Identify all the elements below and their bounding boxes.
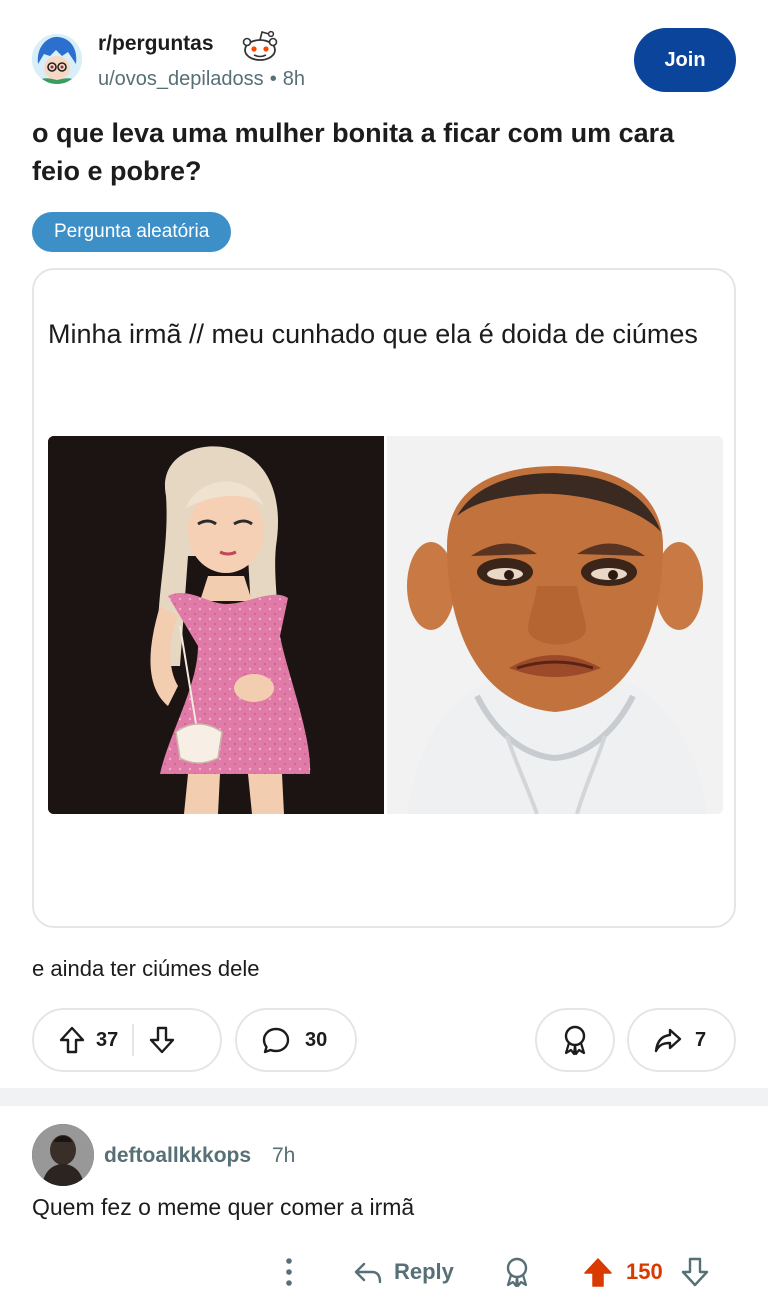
post-body-text: e ainda ter ciúmes dele — [32, 956, 260, 981]
comment-author[interactable]: deftoallkkkops — [104, 1144, 251, 1168]
share-button[interactable]: 7 — [627, 1008, 736, 1072]
vote-divider — [132, 1024, 135, 1056]
upvote-icon[interactable] — [58, 1025, 86, 1055]
meta-separator: • — [269, 68, 277, 90]
post-action-bar: 37 30 7 — [32, 1008, 736, 1072]
post-flair[interactable]: Pergunta aleatória — [32, 212, 232, 252]
downvote-icon[interactable] — [148, 1025, 176, 1055]
meme-image-man — [387, 436, 723, 814]
post-title[interactable]: o que leva uma mulher bonita a ficar com… — [32, 114, 712, 190]
upvote-count: 37 — [96, 1028, 119, 1051]
post-author[interactable]: u/ovos_depiladoss — [98, 68, 264, 90]
comment-author-avatar[interactable] — [32, 1124, 94, 1186]
share-arrow-icon — [653, 1026, 683, 1054]
subreddit-avatar[interactable] — [32, 34, 82, 84]
meme-caption: Minha irmã // meu cunhado que ela é doid… — [48, 319, 698, 349]
award-icon — [560, 1024, 590, 1056]
vertical-dots-icon[interactable] — [276, 1246, 302, 1298]
post-age: 8h — [282, 68, 305, 90]
share-count: 7 — [695, 1028, 707, 1051]
comment-action-bar: Reply 150 — [0, 1246, 768, 1298]
comment-text: Quem fez o meme quer comer a irmã — [32, 1194, 415, 1220]
post-header: r/perguntas u/ovos_depiladoss • 8h Join — [32, 28, 736, 98]
vote-control: 37 — [32, 1008, 222, 1072]
speech-bubble-icon — [261, 1025, 291, 1055]
reply-label: Reply — [394, 1259, 454, 1284]
section-separator — [0, 1088, 768, 1106]
comment-score: 150 — [626, 1259, 663, 1284]
post-image-card[interactable]: Minha irmã // meu cunhado que ela é doid… — [32, 268, 736, 928]
subreddit-name[interactable]: r/perguntas — [98, 32, 214, 56]
reply-button[interactable]: Reply — [352, 1246, 454, 1298]
comment-age: 7h — [272, 1144, 296, 1167]
award-icon[interactable] — [502, 1246, 532, 1298]
reply-arrow-icon — [352, 1258, 384, 1286]
comments-button[interactable]: 30 — [235, 1008, 357, 1072]
downvote-icon[interactable] — [680, 1246, 710, 1298]
comment-count: 30 — [305, 1028, 328, 1051]
join-button[interactable]: Join — [634, 28, 736, 92]
post-meta: u/ovos_depiladoss • 8h — [98, 68, 305, 91]
award-button[interactable] — [535, 1008, 615, 1072]
meme-image-woman — [48, 436, 384, 814]
upvote-active-icon[interactable] — [582, 1246, 614, 1298]
snoo-mascot-icon — [240, 28, 280, 64]
